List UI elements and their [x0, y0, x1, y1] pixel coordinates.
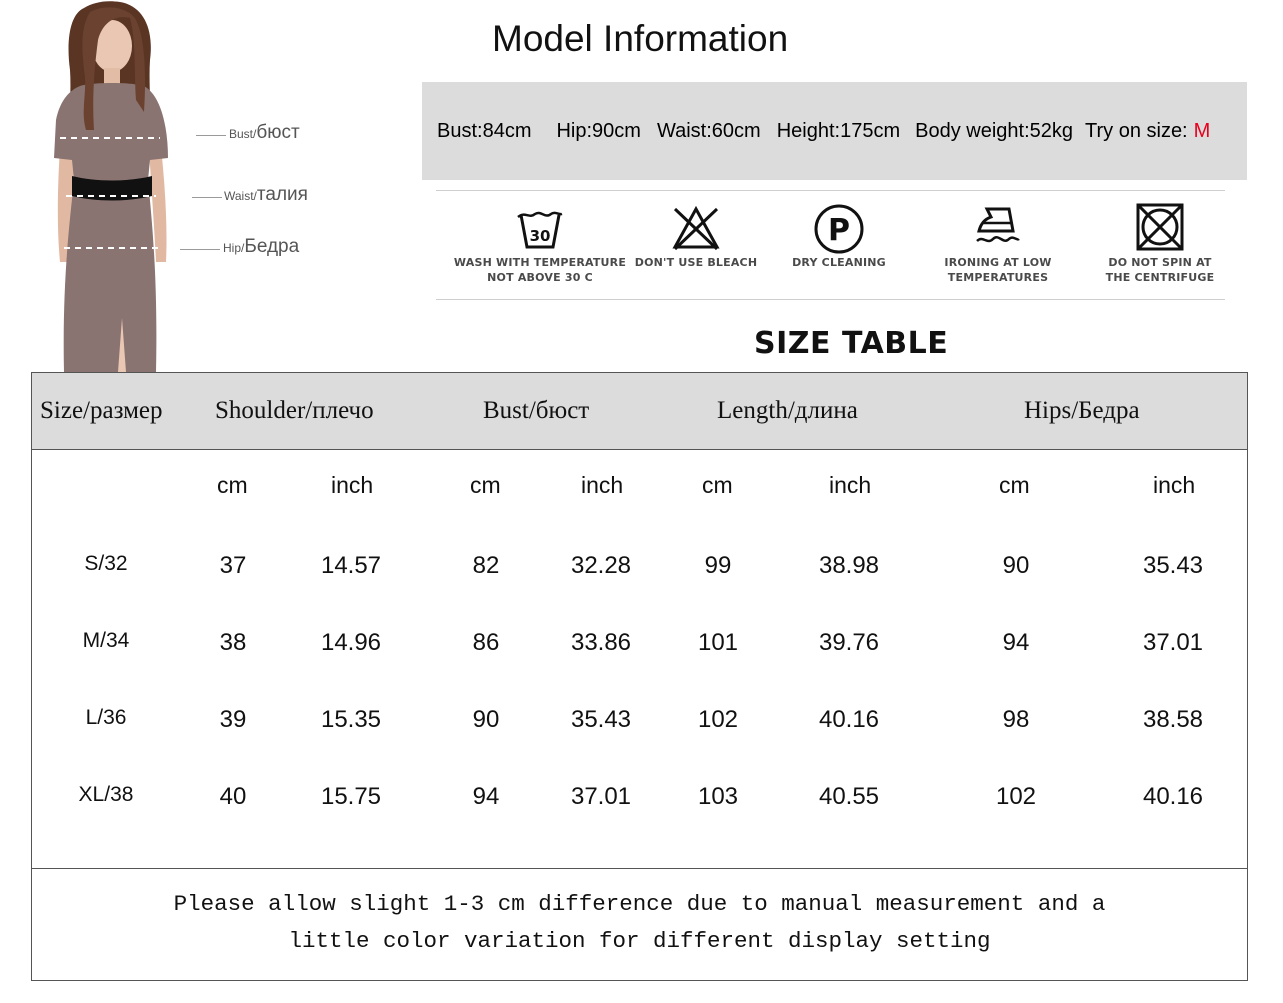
- unit-length-inch: inch: [829, 472, 872, 498]
- unit-shoulder-cm: cm: [217, 472, 248, 498]
- cell-length-inch: 40.16: [818, 706, 880, 733]
- cell-shoulder-inch: 15.75: [320, 783, 382, 810]
- unit-hips-cm: cm: [999, 472, 1030, 498]
- dry-cleaning-icon: P: [814, 204, 864, 254]
- care-spin: DO NOT SPIN AT THE CENTRIFUGE: [1096, 202, 1224, 285]
- table-note-divider: [32, 868, 1247, 869]
- cell-length-cm: 102: [697, 706, 739, 733]
- svg-text:P: P: [828, 213, 850, 248]
- measurement-note: Please allow slight 1-3 cm difference du…: [32, 886, 1247, 960]
- header-length: Length/длина: [717, 397, 858, 424]
- model-photo: [54, 1, 168, 372]
- cell-length-inch: 40.55: [818, 783, 880, 810]
- unit-hips-inch: inch: [1153, 472, 1196, 498]
- model-hip: Hip:90cm: [556, 119, 641, 142]
- cell-bust-cm: 94: [472, 783, 500, 810]
- no-bleach-icon: [672, 205, 720, 251]
- size-table-title: SIZE TABLE: [754, 326, 949, 361]
- cell-shoulder-cm: 39: [219, 706, 247, 733]
- cell-length-cm: 101: [697, 629, 739, 656]
- care-bottom-rule: [436, 299, 1225, 300]
- cell-shoulder-inch: 15.35: [320, 706, 382, 733]
- cell-hips-inch: 40.16: [1142, 783, 1204, 810]
- cell-hips-cm: 94: [1002, 629, 1030, 656]
- cell-length-cm: 103: [697, 783, 739, 810]
- model-info-title: Model Information: [492, 18, 789, 59]
- note-line-1: Please allow slight 1-3 cm difference du…: [173, 891, 1106, 917]
- cell-hips-inch: 38.58: [1142, 706, 1204, 733]
- cell-size: M/34: [82, 629, 130, 652]
- cell-hips-cm: 98: [1002, 706, 1030, 733]
- cell-length-cm: 99: [704, 552, 732, 579]
- note-line-2: little color variation for different dis…: [288, 928, 991, 954]
- header-hips: Hips/Бедра: [1024, 397, 1140, 424]
- svg-text:30: 30: [530, 227, 551, 245]
- cell-length-inch: 39.76: [818, 629, 880, 656]
- iron-low-icon: [976, 207, 1020, 243]
- model-info-bar: Bust:84cm Hip:90cm Waist:60cm Height:175…: [422, 82, 1247, 180]
- table-row: XL/38 40 15.75 94 37.01 103 40.55 102 40…: [32, 783, 1247, 823]
- cell-hips-inch: 37.01: [1142, 629, 1204, 656]
- care-spin-text: DO NOT SPIN AT THE CENTRIFUGE: [1105, 256, 1215, 284]
- cell-bust-inch: 32.28: [570, 552, 632, 579]
- care-dry-text: DRY CLEANING: [792, 256, 886, 269]
- model-bust: Bust:84cm: [437, 119, 532, 142]
- header-bust: Bust/бюст: [483, 397, 590, 424]
- model-try-label: Try on size:: [1085, 119, 1188, 142]
- table-row: M/34 38 14.96 86 33.86 101 39.76 94 37.0…: [32, 629, 1247, 669]
- model-height: Height:175cm: [776, 119, 901, 142]
- unit-length-cm: cm: [702, 472, 733, 498]
- table-row: L/36 39 15.35 90 35.43 102 40.16 98 38.5…: [32, 706, 1247, 746]
- waist-label: Waist/талия: [224, 184, 308, 205]
- unit-shoulder-inch: inch: [331, 472, 374, 498]
- unit-bust-inch: inch: [581, 472, 624, 498]
- care-iron: IRONING AT LOW TEMPERATURES: [930, 205, 1066, 285]
- care-wash-text: WASH WITH TEMPERATURE NOT ABOVE 30 C: [453, 256, 627, 284]
- cell-size: S/32: [84, 552, 128, 575]
- care-top-rule: [436, 190, 1225, 191]
- unit-bust-cm: cm: [470, 472, 501, 498]
- cell-shoulder-cm: 38: [219, 629, 247, 656]
- cell-shoulder-inch: 14.96: [320, 629, 382, 656]
- cell-shoulder-inch: 14.57: [320, 552, 382, 579]
- model-weight: Body weight:52kg: [915, 119, 1073, 142]
- care-bleach: DON'T USE BLEACH: [630, 205, 762, 270]
- cell-bust-inch: 33.86: [570, 629, 632, 656]
- care-dry: P DRY CLEANING: [780, 203, 898, 270]
- model-try-size: M: [1193, 119, 1211, 142]
- cell-bust-inch: 37.01: [570, 783, 632, 810]
- cell-size: XL/38: [78, 783, 134, 806]
- cell-bust-cm: 82: [472, 552, 500, 579]
- care-iron-text: IRONING AT LOW TEMPERATURES: [944, 256, 1052, 284]
- bust-label: Bust/бюст: [229, 122, 300, 143]
- cell-hips-cm: 102: [995, 783, 1037, 810]
- cell-bust-inch: 35.43: [570, 706, 632, 733]
- care-wash: 30 WASH WITH TEMPERATURE NOT ABOVE 30 C: [450, 205, 630, 285]
- header-size: Size/размер: [40, 397, 163, 424]
- model-waist: Waist:60cm: [656, 119, 761, 142]
- wash-30-icon: 30: [517, 211, 563, 249]
- cell-hips-inch: 35.43: [1142, 552, 1204, 579]
- hip-pointer-line: [180, 249, 220, 250]
- cell-bust-cm: 90: [472, 706, 500, 733]
- table-row: S/32 37 14.57 82 32.28 99 38.98 90 35.43: [32, 552, 1247, 592]
- cell-bust-cm: 86: [472, 629, 500, 656]
- cell-shoulder-cm: 40: [219, 783, 247, 810]
- cell-size: L/36: [85, 706, 127, 729]
- cell-hips-cm: 90: [1002, 552, 1030, 579]
- no-spin-icon: [1136, 203, 1184, 251]
- care-bleach-text: DON'T USE BLEACH: [634, 256, 758, 269]
- cell-length-inch: 38.98: [818, 552, 880, 579]
- waist-pointer-line: [192, 197, 222, 198]
- hip-label: Hip/Бедра: [223, 236, 300, 257]
- bust-pointer-line: [196, 135, 226, 136]
- cell-shoulder-cm: 37: [219, 552, 247, 579]
- header-shoulder: Shoulder/плечо: [215, 397, 374, 424]
